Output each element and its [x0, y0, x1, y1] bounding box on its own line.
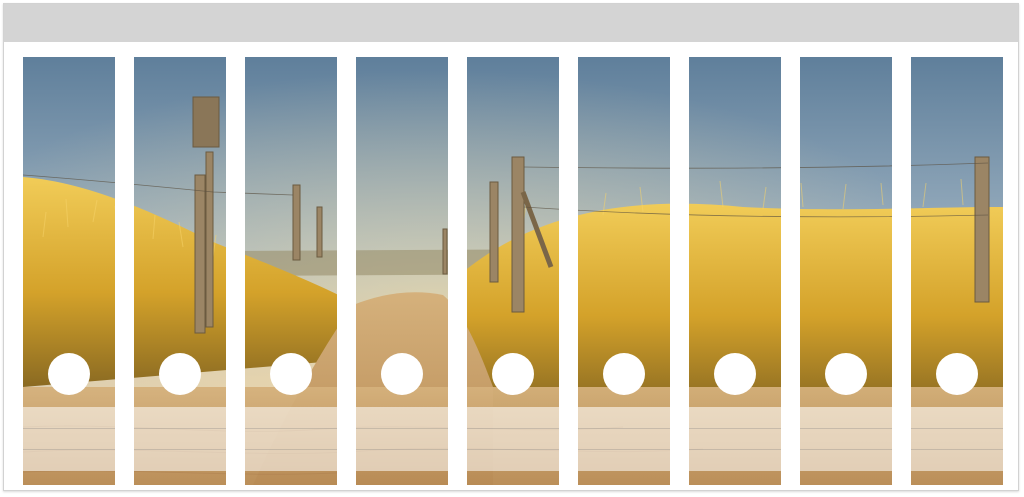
finger-hole [381, 353, 423, 395]
label-field [134, 407, 226, 471]
spine-gap [670, 57, 689, 485]
finger-hole [603, 353, 645, 395]
spine-gap [781, 57, 800, 485]
label-field [911, 407, 1003, 471]
finger-hole [714, 353, 756, 395]
finger-hole [159, 353, 201, 395]
label-field [689, 407, 781, 471]
spine-gap [226, 57, 245, 485]
spine-gap [892, 57, 911, 485]
finger-hole [48, 353, 90, 395]
finger-hole [492, 353, 534, 395]
spine-gap [559, 57, 578, 485]
label-sheet [3, 3, 1019, 491]
spine-gap [337, 57, 356, 485]
spine-separators [23, 57, 1003, 485]
finger-hole [270, 353, 312, 395]
label-field [245, 407, 337, 471]
label-field [800, 407, 892, 471]
top-bar [4, 4, 1018, 42]
spine-gap [448, 57, 467, 485]
finger-hole [825, 353, 867, 395]
label-field [23, 407, 115, 471]
label-field [467, 407, 559, 471]
finger-hole [936, 353, 978, 395]
label-field [356, 407, 448, 471]
spine-gap [115, 57, 134, 485]
label-field [578, 407, 670, 471]
